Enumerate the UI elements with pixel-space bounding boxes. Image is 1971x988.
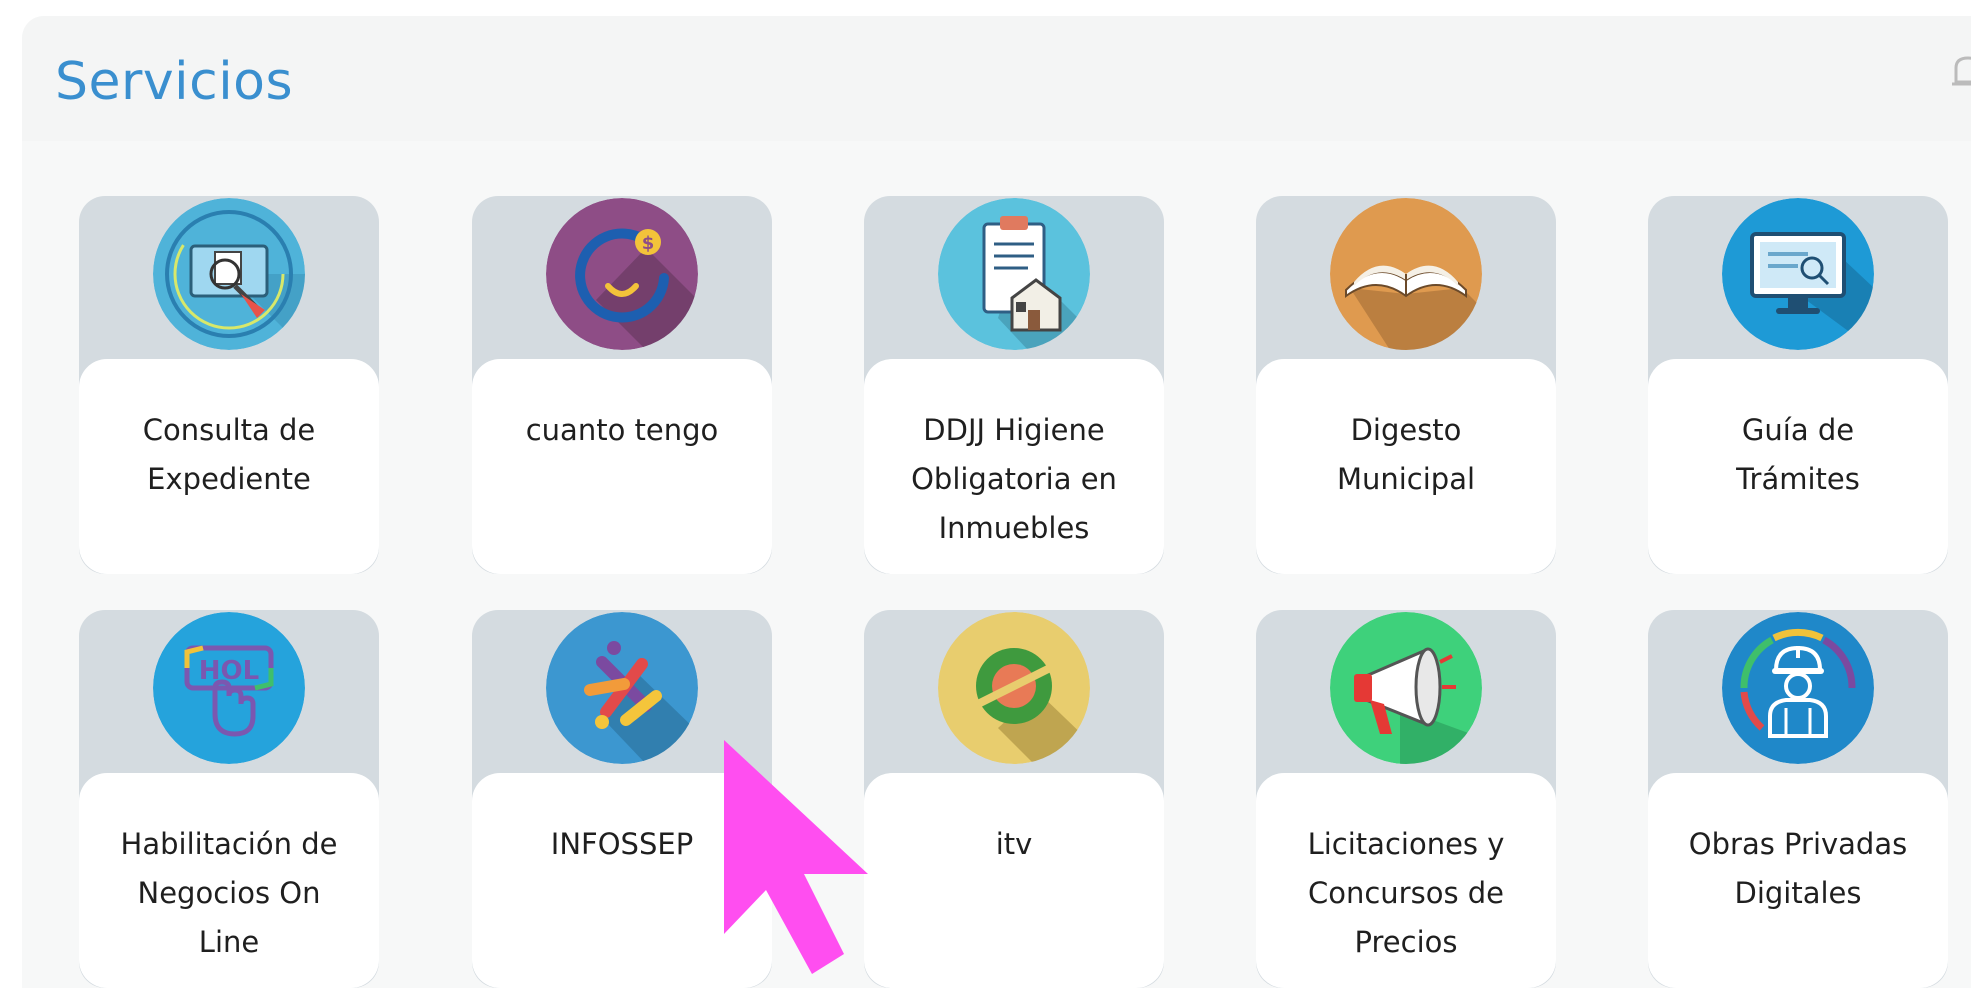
service-card-obras-privadas[interactable]: Obras Privadas Digitales xyxy=(1648,610,1948,988)
hand-touch-sign-icon: HOL xyxy=(153,612,305,764)
monitor-search-icon xyxy=(1722,198,1874,350)
service-card-consulta-expediente[interactable]: Consulta de Expediente xyxy=(79,196,379,574)
panel-header: Servicios xyxy=(22,16,1971,141)
service-label: Digesto Municipal xyxy=(1336,413,1476,496)
svg-text:$: $ xyxy=(642,233,655,254)
svg-text:HOL: HOL xyxy=(199,656,259,686)
bell-icon[interactable] xyxy=(1950,52,1971,92)
service-card-habilitacion-negocios[interactable]: HOL Habilitación de Negocios On Line xyxy=(79,610,379,988)
service-label: DDJJ Higiene Obligatoria en Inmuebles xyxy=(911,413,1117,545)
services-grid-area: Consulta de Expediente $ cuanto tengo DD… xyxy=(22,141,1971,988)
services-panel: Servicios Consulta de Expediente $ cuant… xyxy=(22,16,1971,988)
card-label-area xyxy=(864,773,1164,988)
service-card-itv[interactable]: itv xyxy=(864,610,1164,988)
service-card-digesto-municipal[interactable]: Digesto Municipal xyxy=(1256,196,1556,574)
service-card-cuanto-tengo[interactable]: $ cuanto tengo xyxy=(472,196,772,574)
construction-worker-icon xyxy=(1722,612,1874,764)
service-card-licitaciones[interactable]: Licitaciones y Concursos de Precios xyxy=(1256,610,1556,988)
service-label: Guía de Trámites xyxy=(1736,413,1860,496)
itv-target-icon xyxy=(938,612,1090,764)
service-label: INFOSSEP xyxy=(550,827,694,861)
service-label: Obras Privadas Digitales xyxy=(1688,827,1908,910)
service-label: Licitaciones y Concursos de Precios xyxy=(1307,827,1505,959)
page-title: Servicios xyxy=(55,52,294,112)
mouse-cursor-icon xyxy=(724,740,868,974)
infossep-logo-icon xyxy=(546,612,698,764)
clipboard-house-icon xyxy=(938,198,1090,350)
megaphone-icon xyxy=(1330,612,1482,764)
card-label-area xyxy=(472,359,772,574)
service-card-ddjj-higiene[interactable]: DDJJ Higiene Obligatoria en Inmuebles xyxy=(864,196,1164,574)
service-label: Habilitación de Negocios On Line xyxy=(120,827,338,959)
service-label: cuanto tengo xyxy=(525,413,719,447)
service-card-guia-tramites[interactable]: Guía de Trámites xyxy=(1648,196,1948,574)
document-monitor-icon xyxy=(153,198,305,350)
open-book-icon xyxy=(1330,198,1482,350)
service-label: itv xyxy=(995,827,1033,861)
money-smile-icon: $ xyxy=(546,198,698,350)
service-label: Consulta de Expediente xyxy=(142,413,316,496)
